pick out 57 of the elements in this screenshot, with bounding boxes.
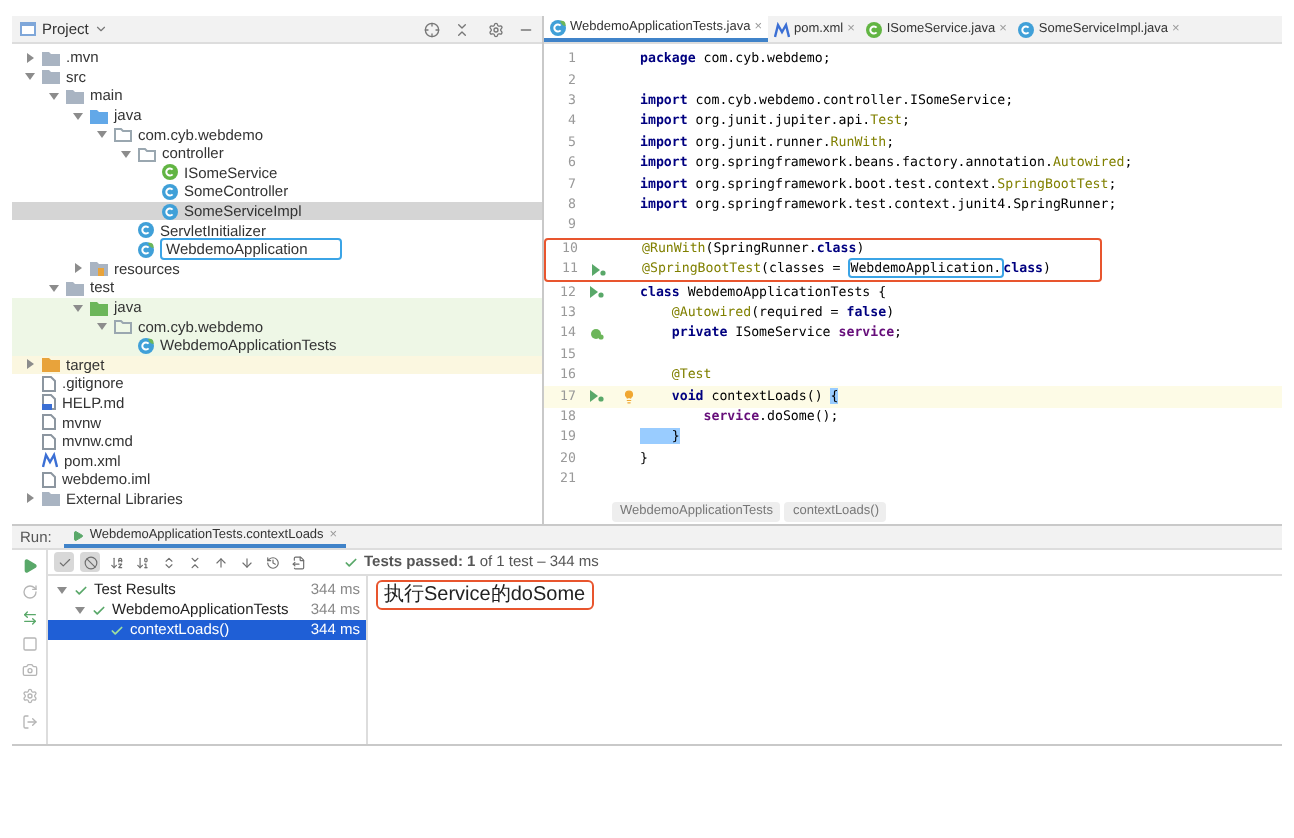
package-icon xyxy=(114,318,132,335)
expand-icon xyxy=(161,555,175,569)
toolbar-toggle[interactable] xyxy=(54,552,74,572)
expanded-arrow-icon[interactable] xyxy=(120,147,132,160)
run-icon[interactable] xyxy=(591,264,605,277)
arrow-up-icon xyxy=(213,555,227,569)
ban-icon xyxy=(83,555,97,569)
expanded-arrow-icon[interactable] xyxy=(24,70,36,83)
library-icon xyxy=(42,490,60,507)
toolbar-toggle[interactable] xyxy=(132,552,152,572)
locate-icon[interactable] xyxy=(424,21,440,37)
folder-icon xyxy=(90,260,108,277)
toolbar-toggle[interactable] xyxy=(262,552,282,572)
toolbar-toggle[interactable] xyxy=(236,552,256,572)
file-icon xyxy=(42,471,56,488)
dropdown-caret-icon[interactable] xyxy=(94,22,109,36)
check-icon xyxy=(344,555,358,569)
run-icon[interactable] xyxy=(589,390,603,403)
sort-alpha-icon xyxy=(109,555,123,569)
maven-icon xyxy=(42,452,58,469)
expanded-arrow-icon[interactable] xyxy=(48,281,60,294)
expanded-arrow-icon[interactable] xyxy=(96,128,108,141)
toolbar-toggle[interactable] xyxy=(106,552,126,572)
class-icon xyxy=(1018,21,1035,37)
history-icon xyxy=(265,555,279,569)
maven-icon xyxy=(774,21,791,37)
toggle-icon[interactable] xyxy=(21,610,37,626)
project-view-icon xyxy=(20,22,36,36)
collapsed-arrow-icon[interactable] xyxy=(24,358,36,371)
interface-icon xyxy=(866,21,883,37)
toolbar-toggle[interactable] xyxy=(288,552,308,572)
expanded-arrow-icon[interactable] xyxy=(72,301,84,314)
collapsed-arrow-icon[interactable] xyxy=(72,262,84,275)
export-icon xyxy=(291,555,305,569)
collapsed-arrow-icon[interactable] xyxy=(24,51,36,64)
toolbar-toggle[interactable] xyxy=(80,552,100,572)
expanded-arrow-icon[interactable] xyxy=(72,109,84,122)
bean-icon[interactable] xyxy=(589,328,603,341)
class-icon xyxy=(162,183,178,200)
run-icon xyxy=(71,529,84,541)
toolbar-toggle[interactable] xyxy=(210,552,230,572)
console-output: 执行Service的doSome xyxy=(376,580,594,610)
run-icon[interactable] xyxy=(21,558,37,574)
arrow-down-icon xyxy=(239,555,253,569)
expanded-arrow-icon[interactable] xyxy=(48,89,60,102)
settings-icon[interactable] xyxy=(488,21,504,37)
sort-numeric-icon xyxy=(135,555,149,569)
collapsed-arrow-icon[interactable] xyxy=(24,492,36,505)
class-icon xyxy=(162,203,178,220)
collapse-icon[interactable] xyxy=(454,21,470,37)
class-icon xyxy=(550,19,566,35)
collapse-icon xyxy=(187,555,201,569)
class-icon xyxy=(138,337,154,354)
expanded-arrow-icon[interactable] xyxy=(96,320,108,333)
run-icon[interactable] xyxy=(589,286,603,299)
interface-icon xyxy=(162,164,178,181)
lightbulb-icon[interactable] xyxy=(621,389,635,404)
